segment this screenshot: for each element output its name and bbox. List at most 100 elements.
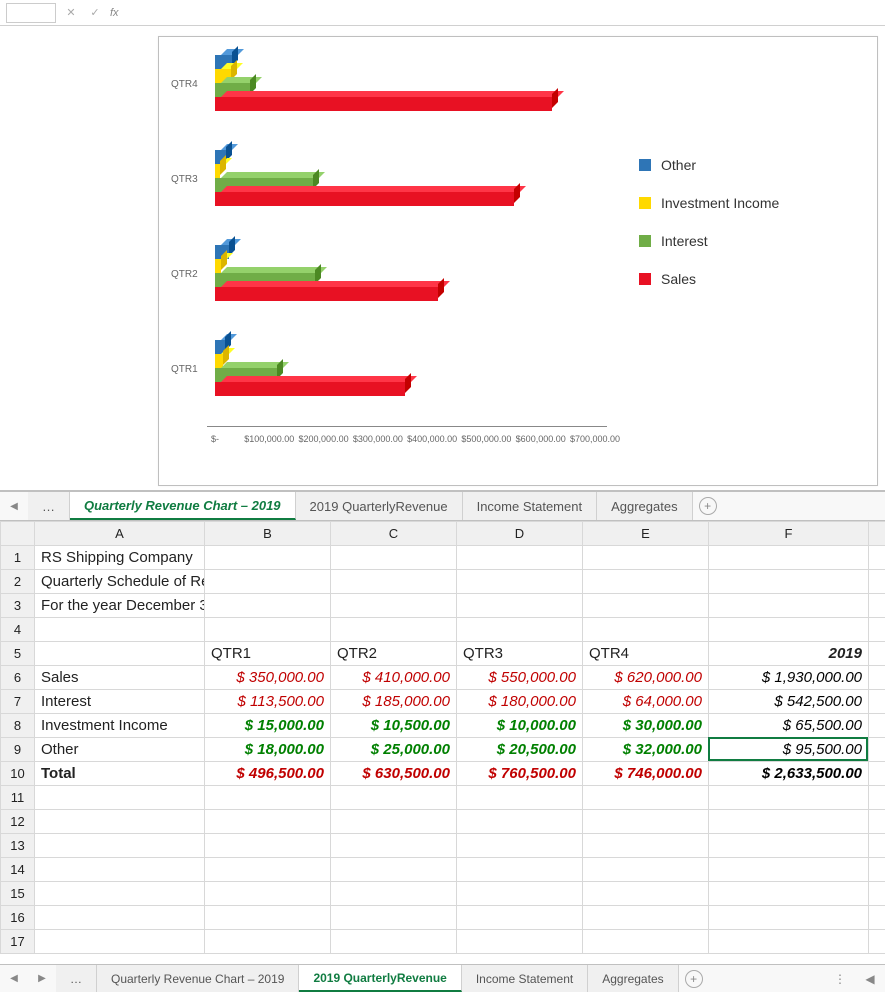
tab-quarterly-chart[interactable]: Quarterly Revenue Chart – 2019 [70, 492, 296, 520]
cell[interactable] [709, 546, 869, 570]
cell[interactable]: QTR2 [331, 642, 457, 666]
cell[interactable]: $ 746,000.00 [583, 762, 709, 786]
row-header[interactable]: 10 [1, 762, 35, 786]
cell[interactable] [331, 546, 457, 570]
cell[interactable]: Interest [35, 690, 205, 714]
row-header[interactable]: 13 [1, 834, 35, 858]
cell[interactable]: Other [35, 738, 205, 762]
tab-scroll-left-icon-2[interactable]: ◀ [0, 965, 28, 992]
tab-income-statement[interactable]: Income Statement [463, 492, 598, 520]
cell[interactable]: $ 496,500.00 [205, 762, 331, 786]
row-header[interactable]: 3 [1, 594, 35, 618]
row-header[interactable]: 6 [1, 666, 35, 690]
name-box[interactable] [6, 3, 56, 23]
cell[interactable] [331, 882, 457, 906]
cell[interactable] [457, 930, 583, 954]
cell[interactable] [35, 834, 205, 858]
cancel-icon[interactable]: ✕ [62, 6, 80, 19]
cell[interactable] [869, 714, 885, 738]
cell[interactable] [709, 930, 869, 954]
cell[interactable] [457, 786, 583, 810]
cell[interactable] [869, 762, 885, 786]
cell[interactable] [35, 642, 205, 666]
cell[interactable] [583, 786, 709, 810]
cell[interactable] [869, 858, 885, 882]
cell[interactable]: $ 10,000.00 [457, 714, 583, 738]
cell[interactable] [583, 906, 709, 930]
cell[interactable] [331, 906, 457, 930]
cell[interactable] [457, 618, 583, 642]
cell[interactable] [205, 834, 331, 858]
cell[interactable] [709, 858, 869, 882]
cell[interactable] [583, 882, 709, 906]
cell[interactable] [457, 834, 583, 858]
cell[interactable] [583, 810, 709, 834]
cell[interactable] [457, 858, 583, 882]
cell[interactable]: $ 1,930,000.00 [709, 666, 869, 690]
cell[interactable]: $ 64,000.00 [583, 690, 709, 714]
accept-icon[interactable]: ✓ [86, 6, 104, 19]
row-header[interactable]: 11 [1, 786, 35, 810]
cell[interactable] [205, 570, 331, 594]
cell[interactable]: $ 180,000.00 [457, 690, 583, 714]
column-header[interactable]: D [457, 522, 583, 546]
cell[interactable] [205, 858, 331, 882]
row-header[interactable]: 2 [1, 570, 35, 594]
cell[interactable]: $ 350,000.00 [205, 666, 331, 690]
cell[interactable]: QTR1 [205, 642, 331, 666]
cell[interactable]: RS Shipping Company [35, 546, 205, 570]
cell[interactable]: 2019 [709, 642, 869, 666]
cell[interactable]: QTR4 [583, 642, 709, 666]
row-header[interactable]: 8 [1, 714, 35, 738]
cell[interactable] [869, 834, 885, 858]
cell[interactable]: $ 113,500.00 [205, 690, 331, 714]
cell[interactable] [205, 786, 331, 810]
tab-add-button-2[interactable]: + [679, 965, 709, 992]
cell[interactable] [331, 570, 457, 594]
column-header[interactable]: B [205, 522, 331, 546]
cell[interactable] [709, 882, 869, 906]
row-header[interactable]: 15 [1, 882, 35, 906]
tab-2019-quarterly-revenue-2[interactable]: 2019 QuarterlyRevenue [299, 965, 461, 992]
cell[interactable]: Quarterly Schedule of Revenue [35, 570, 205, 594]
scroll-dots-icon[interactable]: ⋮ [825, 965, 855, 992]
cell[interactable]: $ 30,000.00 [583, 714, 709, 738]
row-header[interactable]: 1 [1, 546, 35, 570]
cell[interactable]: $ 410,000.00 [331, 666, 457, 690]
chart-panel[interactable]: QTR4QTR3QTR2QTR1 $-$100,000.00$200,000.0… [158, 36, 878, 486]
row-header[interactable]: 14 [1, 858, 35, 882]
cell[interactable] [869, 546, 885, 570]
cell[interactable]: $ 550,000.00 [457, 666, 583, 690]
cell[interactable] [35, 858, 205, 882]
cell[interactable] [457, 594, 583, 618]
row-header[interactable]: 9 [1, 738, 35, 762]
cell[interactable] [205, 594, 331, 618]
cell[interactable] [583, 618, 709, 642]
cell[interactable] [331, 834, 457, 858]
cell[interactable] [35, 882, 205, 906]
corner-cell[interactable] [1, 522, 35, 546]
tab-scroll-left-icon[interactable]: ◀ [0, 492, 28, 520]
cell[interactable] [583, 594, 709, 618]
row-header[interactable]: 12 [1, 810, 35, 834]
cell[interactable] [35, 906, 205, 930]
cell[interactable] [869, 810, 885, 834]
cell[interactable] [205, 882, 331, 906]
tab-income-statement-2[interactable]: Income Statement [462, 965, 588, 992]
cell[interactable]: For the year December 31, 2019 [35, 594, 205, 618]
cell[interactable]: $ 95,500.00 [709, 738, 869, 762]
scroll-left-small-icon[interactable]: ◀ [855, 965, 885, 992]
cell[interactable] [331, 810, 457, 834]
cell[interactable] [331, 594, 457, 618]
cell[interactable] [869, 906, 885, 930]
cell[interactable]: Total [35, 762, 205, 786]
row-header[interactable]: 7 [1, 690, 35, 714]
cell[interactable]: QTR3 [457, 642, 583, 666]
cell[interactable] [457, 546, 583, 570]
cell[interactable] [869, 594, 885, 618]
cell[interactable] [35, 930, 205, 954]
cell[interactable] [35, 618, 205, 642]
cell[interactable] [583, 570, 709, 594]
cell[interactable] [457, 906, 583, 930]
fx-icon[interactable]: fx [110, 7, 119, 19]
